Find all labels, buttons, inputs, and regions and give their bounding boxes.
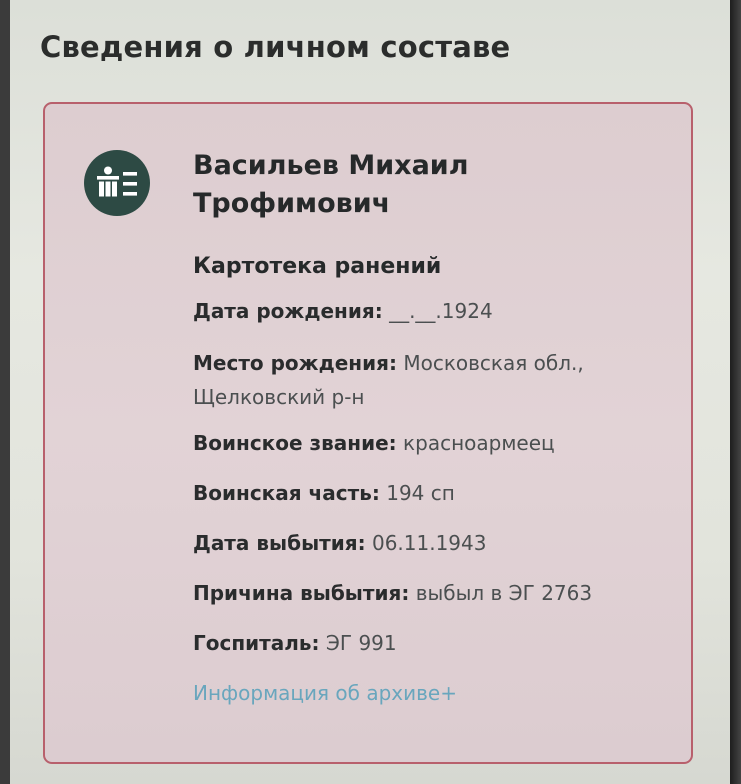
- screen: Сведения о личном составе Васильев Михаи…: [10, 0, 730, 784]
- field-hospital: Госпиталь: ЭГ 991: [193, 628, 683, 658]
- field-label: Место рождения:: [193, 351, 397, 375]
- field-label: Воинская часть:: [193, 481, 380, 505]
- soldier-card: Васильев Михаил Трофимович Картотека ран…: [43, 102, 693, 764]
- field-value: __.__.1924: [389, 299, 493, 323]
- field-birth-date: Дата рождения: __.__.1924: [193, 296, 683, 326]
- field-value: выбыл в ЭГ 2763: [415, 581, 593, 605]
- person-card-icon: [84, 150, 150, 216]
- field-value: 194 сп: [386, 481, 455, 505]
- screen-edge: [730, 0, 741, 784]
- field-label: Дата выбытия:: [193, 531, 366, 555]
- field-rank: Воинское звание: красноармеец: [193, 428, 683, 458]
- field-value: ЭГ 991: [325, 631, 397, 655]
- page-title: Сведения о личном составе: [40, 30, 511, 64]
- archive-info-link[interactable]: Информация об архиве+: [193, 678, 683, 708]
- field-label: Воинское звание:: [193, 431, 397, 455]
- field-value: 06.11.1943: [371, 531, 487, 555]
- field-birth-place: Место рождения: Московская обл., Щелковс…: [193, 346, 683, 414]
- details-list: Картотека ранений Дата рождения: __.__.1…: [193, 252, 683, 708]
- field-label: Дата рождения:: [193, 299, 383, 323]
- field-departure-reason: Причина выбытия: выбыл в ЭГ 2763: [193, 578, 683, 608]
- field-label: Причина выбытия:: [193, 581, 410, 605]
- person-name[interactable]: Васильев Михаил Трофимович: [193, 147, 653, 223]
- field-departure-date: Дата выбытия: 06.11.1943: [193, 528, 683, 558]
- field-unit: Воинская часть: 194 сп: [193, 478, 683, 508]
- record-source: Картотека ранений: [193, 254, 442, 279]
- field-value: красноармеец: [403, 431, 555, 455]
- field-label: Госпиталь:: [193, 631, 320, 655]
